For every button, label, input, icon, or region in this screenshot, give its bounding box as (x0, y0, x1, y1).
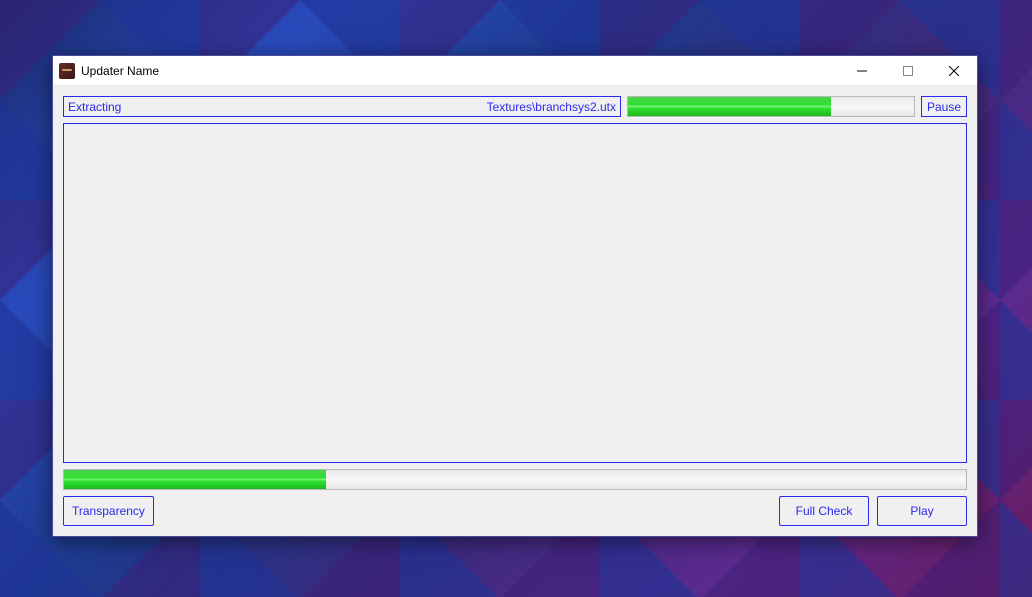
app-icon (59, 63, 75, 79)
status-action: Extracting (68, 100, 121, 114)
top-row: Extracting Textures\branchsys2.utx Pause (63, 96, 967, 117)
titlebar[interactable]: Updater Name (53, 56, 977, 86)
titlebar-controls (839, 56, 977, 85)
updater-window: Updater Name Extracting Textures\branchs… (52, 55, 978, 537)
overall-progress-fill (64, 470, 326, 489)
minimize-button[interactable] (839, 56, 885, 85)
transparency-button[interactable]: Transparency (63, 496, 154, 526)
close-button[interactable] (931, 56, 977, 85)
file-progress-bar (627, 96, 915, 117)
bottom-row: Transparency Full Check Play (63, 496, 967, 526)
overall-progress-bar (63, 469, 967, 490)
maximize-button[interactable] (885, 56, 931, 85)
window-title: Updater Name (81, 64, 159, 78)
status-box: Extracting Textures\branchsys2.utx (63, 96, 621, 117)
full-check-button[interactable]: Full Check (779, 496, 869, 526)
pause-button[interactable]: Pause (921, 96, 967, 117)
file-progress-fill (628, 97, 831, 116)
client-area: Extracting Textures\branchsys2.utx Pause… (53, 86, 977, 536)
status-file: Textures\branchsys2.utx (487, 100, 616, 114)
play-button[interactable]: Play (877, 496, 967, 526)
log-box[interactable] (63, 123, 967, 463)
